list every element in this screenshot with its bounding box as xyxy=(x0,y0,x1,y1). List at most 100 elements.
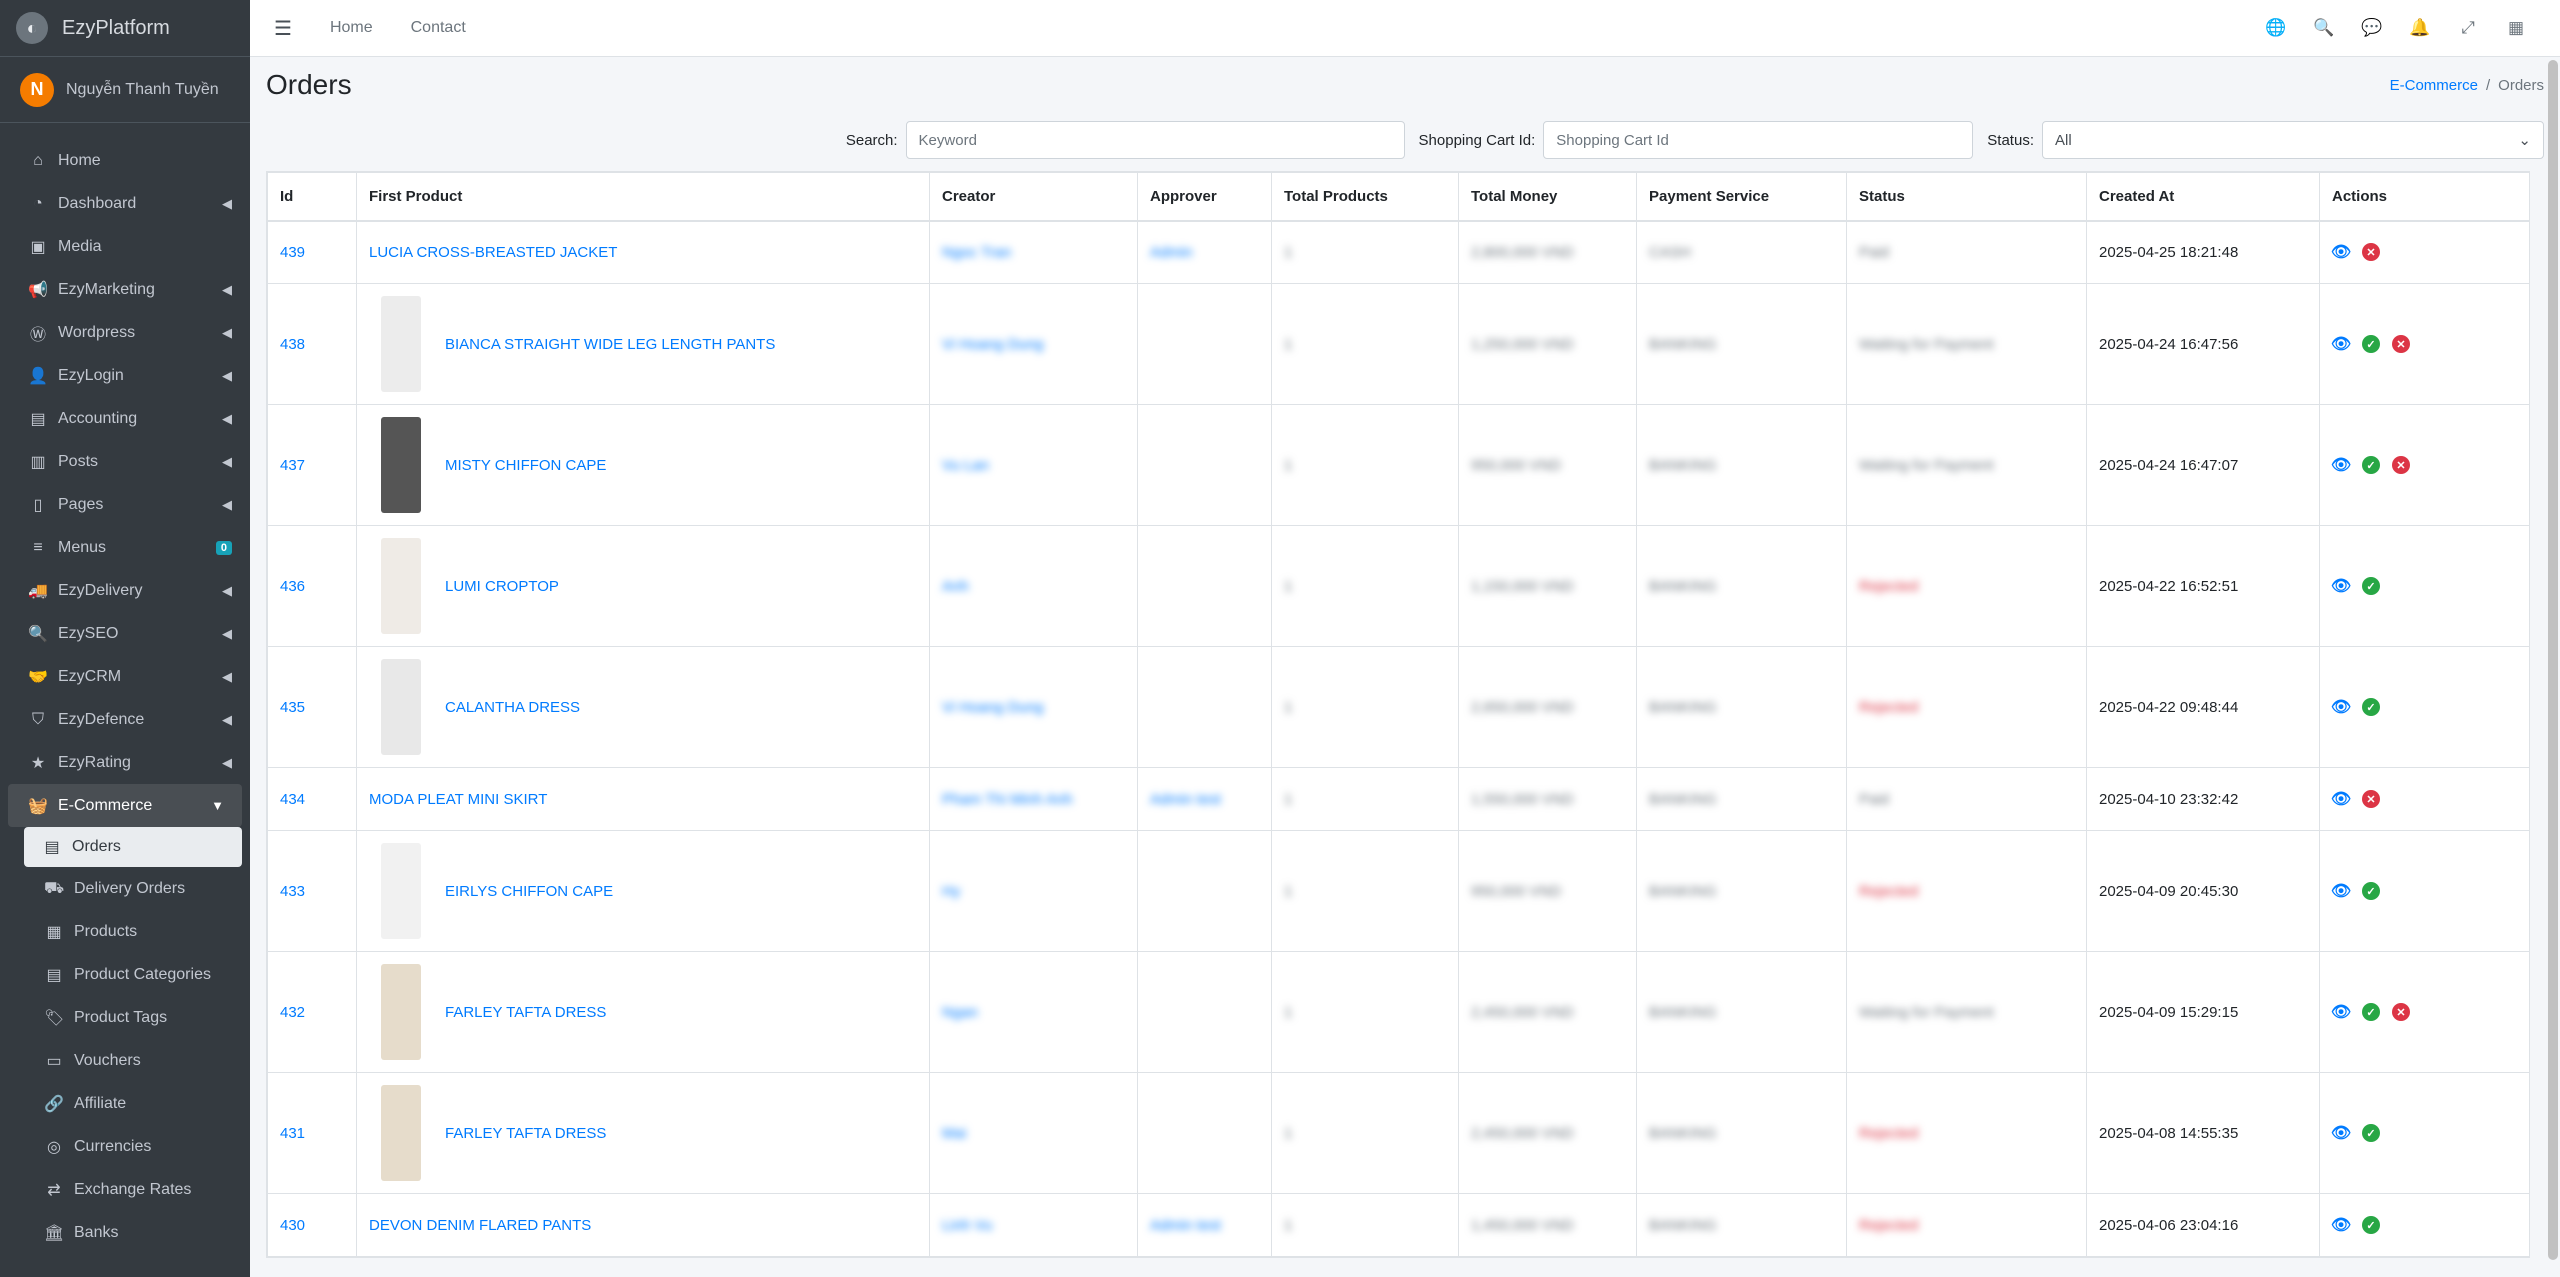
approver-link[interactable]: Admin test xyxy=(1150,1217,1221,1234)
order-id-link[interactable]: 430 xyxy=(280,1217,305,1234)
order-id-link[interactable]: 431 xyxy=(280,1125,305,1142)
comments-icon[interactable]: 💬 xyxy=(2348,18,2396,38)
sidebar-subitem-product-categories[interactable]: ▤ Product Categories xyxy=(0,953,250,996)
creator-link[interactable]: Anh xyxy=(942,578,969,595)
breadcrumb-ecommerce[interactable]: E-Commerce xyxy=(2390,77,2478,94)
product-link[interactable]: DEVON DENIM FLARED PANTS xyxy=(369,1217,591,1234)
sidebar-item-ezyseo[interactable]: 🔍 EzySEO ◀ xyxy=(0,612,250,655)
sidebar-item-ezyrating[interactable]: ★ EzyRating ◀ xyxy=(0,741,250,784)
chevron-left-icon: ◀ xyxy=(222,195,232,211)
view-eye-icon[interactable]: 👁 xyxy=(2331,456,2351,474)
approve-check-icon[interactable]: ✓ xyxy=(2362,456,2380,474)
globe-icon[interactable]: 🌐 xyxy=(2252,18,2300,38)
apps-icon[interactable]: ▦ xyxy=(2492,18,2540,38)
creator-link[interactable]: Vi Hoang Dung xyxy=(942,699,1043,716)
approver-link[interactable]: Admin xyxy=(1150,244,1193,261)
approve-check-icon[interactable]: ✓ xyxy=(2362,882,2380,900)
approve-check-icon[interactable]: ✓ xyxy=(2362,335,2380,353)
creator-link[interactable]: Linh Vu xyxy=(942,1217,992,1234)
approve-check-icon[interactable]: ✓ xyxy=(2362,1216,2380,1234)
order-id-link[interactable]: 434 xyxy=(280,791,305,808)
view-eye-icon[interactable]: 👁 xyxy=(2331,698,2351,716)
product-link[interactable]: EIRLYS CHIFFON CAPE xyxy=(445,883,613,900)
view-eye-icon[interactable]: 👁 xyxy=(2331,335,2351,353)
sidebar-item-menus[interactable]: ≡ Menus 0 xyxy=(0,526,250,569)
order-id-link[interactable]: 435 xyxy=(280,699,305,716)
sidebar-item-ezydelivery[interactable]: 🚚 EzyDelivery ◀ xyxy=(0,569,250,612)
view-eye-icon[interactable]: 👁 xyxy=(2331,1124,2351,1142)
product-link[interactable]: LUMI CROPTOP xyxy=(445,578,559,595)
sidebar-subitem-affiliate[interactable]: 🔗 Affiliate xyxy=(0,1082,250,1125)
approve-check-icon[interactable]: ✓ xyxy=(2362,1003,2380,1021)
sidebar-item-pages[interactable]: ▯ Pages ◀ xyxy=(0,483,250,526)
creator-link[interactable]: Mai xyxy=(942,1125,966,1142)
product-link[interactable]: FARLEY TAFTA DRESS xyxy=(445,1004,606,1021)
brand[interactable]: ◐ EzyPlatform xyxy=(0,0,250,57)
sidebar-item-wordpress[interactable]: Ⓦ Wordpress ◀ xyxy=(0,311,250,354)
link-icon: 🔗 xyxy=(44,1095,64,1113)
sidebar-subitem-orders[interactable]: ▤ Orders xyxy=(24,827,242,867)
view-eye-icon[interactable]: 👁 xyxy=(2331,882,2351,900)
sidebar-item-media[interactable]: ▣ Media xyxy=(0,225,250,268)
view-eye-icon[interactable]: 👁 xyxy=(2331,577,2351,595)
sidebar-item-ezylogin[interactable]: 👤 EzyLogin ◀ xyxy=(0,354,250,397)
sidebar-subitem-currencies[interactable]: ◎ Currencies xyxy=(0,1125,250,1168)
top-link-contact[interactable]: Contact xyxy=(411,19,466,37)
order-id-link[interactable]: 438 xyxy=(280,336,305,353)
sidebar-subitem-product-tags[interactable]: 🏷 Product Tags xyxy=(0,996,250,1039)
creator-link[interactable]: Pham Thi Minh Anh xyxy=(942,791,1073,808)
view-eye-icon[interactable]: 👁 xyxy=(2331,790,2351,808)
sidebar-item-e-commerce[interactable]: 🧺 E-Commerce ▼ xyxy=(8,784,242,827)
product-link[interactable]: FARLEY TAFTA DRESS xyxy=(445,1125,606,1142)
creator-link[interactable]: Hy xyxy=(942,883,960,900)
approver-link[interactable]: Admin test xyxy=(1150,791,1221,808)
status-select[interactable]: All ⌄ xyxy=(2042,121,2544,159)
product-link[interactable]: MISTY CHIFFON CAPE xyxy=(445,457,606,474)
view-eye-icon[interactable]: 👁 xyxy=(2331,1003,2351,1021)
cancel-x-icon[interactable]: ✕ xyxy=(2392,335,2410,353)
sidebar-item-accounting[interactable]: ▤ Accounting ◀ xyxy=(0,397,250,440)
hamburger-menu-icon[interactable]: ☰ xyxy=(274,16,292,41)
product-link[interactable]: CALANTHA DRESS xyxy=(445,699,580,716)
sidebar-item-ezymarketing[interactable]: 📢 EzyMarketing ◀ xyxy=(0,268,250,311)
sidebar-subitem-vouchers[interactable]: ▭ Vouchers xyxy=(0,1039,250,1082)
creator-link[interactable]: Vu Lan xyxy=(942,457,989,474)
cancel-x-icon[interactable]: ✕ xyxy=(2362,243,2380,262)
order-id-link[interactable]: 432 xyxy=(280,1004,305,1021)
sidebar-subitem-products[interactable]: ▦ Products xyxy=(0,910,250,953)
cancel-x-icon[interactable]: ✕ xyxy=(2392,456,2410,474)
creator-link[interactable]: Vi Hoang Dung xyxy=(942,336,1043,353)
sidebar-subitem-exchange-rates[interactable]: ⇄ Exchange Rates xyxy=(0,1168,250,1211)
approve-check-icon[interactable]: ✓ xyxy=(2362,1124,2380,1142)
cancel-x-icon[interactable]: ✕ xyxy=(2362,790,2380,808)
view-eye-icon[interactable]: 👁 xyxy=(2331,1216,2351,1234)
sidebar-item-posts[interactable]: ▥ Posts ◀ xyxy=(0,440,250,483)
view-eye-icon[interactable]: 👁 xyxy=(2331,243,2351,261)
product-link[interactable]: BIANCA STRAIGHT WIDE LEG LENGTH PANTS xyxy=(445,336,775,353)
creator-link[interactable]: Ngoc Tran xyxy=(942,244,1011,261)
sidebar-item-home[interactable]: ⌂ Home xyxy=(0,139,250,182)
creator-link[interactable]: Ngan xyxy=(942,1004,978,1021)
order-id-link[interactable]: 437 xyxy=(280,457,305,474)
order-id-link[interactable]: 436 xyxy=(280,578,305,595)
user-panel[interactable]: N Nguyễn Thanh Tuyền xyxy=(0,57,250,123)
order-id-link[interactable]: 439 xyxy=(280,244,305,261)
approve-check-icon[interactable]: ✓ xyxy=(2362,577,2380,595)
sidebar-subitem-banks[interactable]: 🏛 Banks xyxy=(0,1211,250,1254)
search-input[interactable]: Keyword xyxy=(905,121,1405,159)
sidebar-subitem-delivery-orders[interactable]: ⛟ Delivery Orders xyxy=(0,867,250,910)
cart-id-input[interactable]: Shopping Cart Id xyxy=(1543,121,1974,159)
sidebar-item-ezydefence[interactable]: ⛉ EzyDefence ◀ xyxy=(0,698,250,741)
sidebar-item-ezycrm[interactable]: 🤝 EzyCRM ◀ xyxy=(0,655,250,698)
product-link[interactable]: MODA PLEAT MINI SKIRT xyxy=(369,791,547,808)
sidebar-item-dashboard[interactable]: ◔ Dashboard ◀ xyxy=(0,182,250,225)
top-link-home[interactable]: Home xyxy=(330,19,373,37)
search-icon[interactable]: 🔍 xyxy=(2300,18,2348,38)
approve-check-icon[interactable]: ✓ xyxy=(2362,698,2380,716)
product-link[interactable]: LUCIA CROSS-BREASTED JACKET xyxy=(369,244,617,261)
order-id-link[interactable]: 433 xyxy=(280,883,305,900)
bell-icon[interactable]: 🔔 xyxy=(2396,18,2444,38)
expand-icon[interactable]: ⤢ xyxy=(2444,18,2492,38)
cancel-x-icon[interactable]: ✕ xyxy=(2392,1003,2410,1021)
page-scrollbar[interactable] xyxy=(2548,60,2558,1260)
